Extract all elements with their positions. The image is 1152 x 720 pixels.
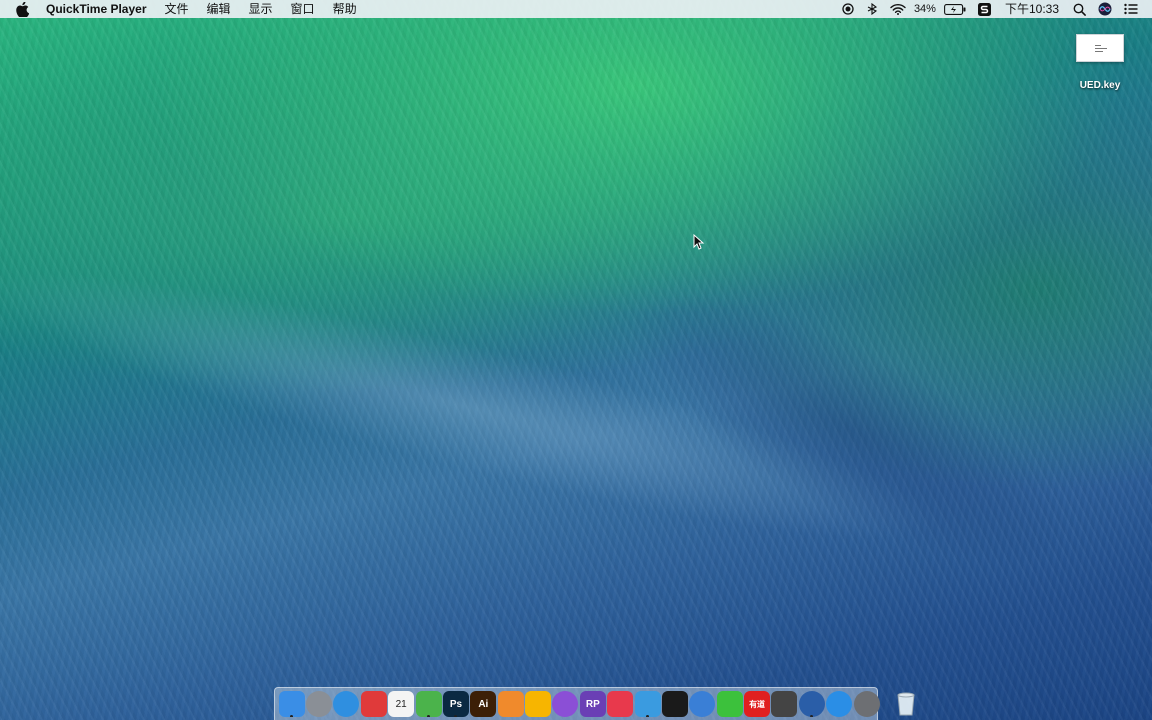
qq-icon[interactable]: [661, 691, 688, 717]
menu-bar-right: 34% 下午10:33: [836, 0, 1152, 18]
menu-bar-left: QuickTime Player 文件 编辑 显示 窗口 帮助: [0, 0, 366, 18]
wallpaper-foam: [0, 163, 1152, 717]
notification-list-icon[interactable]: [1118, 0, 1152, 18]
dock-item-label: RP: [585, 698, 600, 710]
system-preferences-icon[interactable]: [853, 691, 880, 717]
calendar-icon[interactable]: 21: [388, 691, 415, 717]
s-app-icon[interactable]: [972, 0, 997, 18]
appstore-icon[interactable]: [826, 691, 853, 717]
search-icon[interactable]: [1067, 0, 1092, 18]
menu-view[interactable]: 显示: [240, 0, 282, 18]
youdao-icon[interactable]: 有道: [744, 691, 771, 717]
sketch-icon[interactable]: [525, 691, 552, 717]
g-app-icon[interactable]: [360, 691, 387, 717]
clock[interactable]: 下午10:33: [997, 0, 1067, 18]
trash-icon[interactable]: [893, 691, 919, 717]
siri-icon[interactable]: [1092, 0, 1118, 18]
dock-running-indicator: [290, 715, 294, 717]
fish-app-icon[interactable]: [497, 691, 524, 717]
battery-icon[interactable]: [938, 0, 972, 18]
dock-running-indicator: [646, 715, 650, 717]
wechat-icon[interactable]: [716, 691, 743, 717]
wallpaper-shadow: [479, 150, 1152, 710]
quicktime-icon[interactable]: [798, 691, 825, 717]
dock-item-label: Ai: [478, 698, 489, 710]
photoshop-icon[interactable]: Ps: [442, 691, 469, 717]
dock-item-label: 21: [395, 698, 407, 710]
menu-window[interactable]: 窗口: [282, 0, 324, 18]
axure-icon[interactable]: RP: [579, 691, 606, 717]
battery-percent: 34%: [913, 3, 936, 15]
evernote-icon[interactable]: [415, 691, 442, 717]
desktop-file-ued-key[interactable]: UED.key: [1068, 34, 1132, 91]
wifi-icon[interactable]: [884, 0, 912, 18]
keynote-file-icon: [1076, 34, 1124, 62]
apple-icon[interactable]: [16, 1, 30, 17]
keynote-icon[interactable]: [634, 691, 661, 717]
browser-icon[interactable]: [689, 691, 716, 717]
dock-running-indicator: [427, 715, 431, 717]
launchpad-icon[interactable]: [306, 691, 333, 717]
dock-running-indicator: [810, 715, 814, 717]
desktop-file-label: UED.key: [1079, 80, 1121, 91]
dock-item-label: 有道: [749, 699, 766, 709]
dock-item-label: Ps: [449, 698, 463, 710]
illustrator-icon[interactable]: Ai: [470, 691, 497, 717]
xmind-icon[interactable]: [607, 691, 634, 717]
p-app-icon[interactable]: [552, 691, 579, 717]
finder-icon[interactable]: [278, 691, 305, 717]
menu-file[interactable]: 文件: [156, 0, 198, 18]
safari-icon[interactable]: [333, 691, 360, 717]
menu-bar: QuickTime Player 文件 编辑 显示 窗口 帮助 34% 下午10…: [0, 0, 1152, 18]
dock: 21 Ps Ai RP 有道: [274, 687, 915, 720]
menu-help[interactable]: 帮助: [324, 0, 366, 18]
menu-app-name[interactable]: QuickTime Player: [42, 0, 156, 18]
record-icon[interactable]: [836, 0, 860, 18]
dock-running-indicator: [454, 715, 458, 717]
grid-app-icon[interactable]: [771, 691, 798, 717]
wallpaper-texture: [0, 0, 1152, 720]
menu-edit[interactable]: 编辑: [198, 0, 240, 18]
bluetooth-like-icon[interactable]: [860, 0, 884, 18]
mouse-cursor-icon: [693, 234, 705, 250]
